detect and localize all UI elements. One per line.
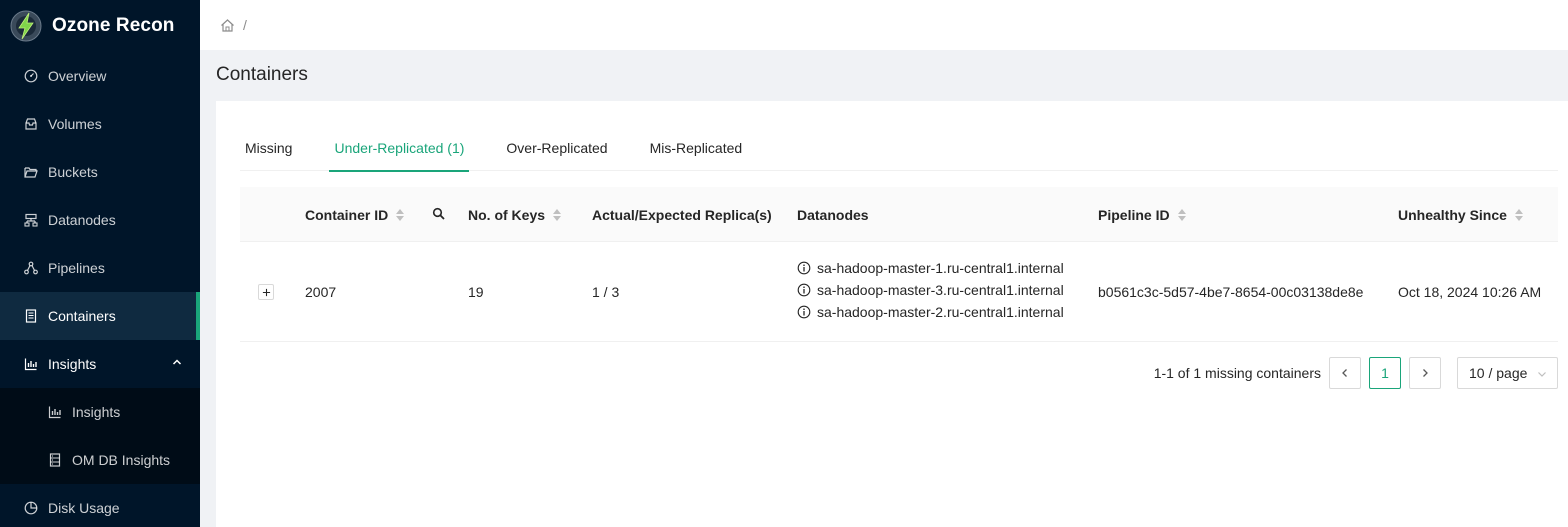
sidebar-item-volumes[interactable]: Volumes bbox=[0, 100, 200, 148]
folder-open-icon bbox=[24, 165, 38, 179]
table-row: 2007 19 1 / 3 sa-hadoop-master-1.ru-cent… bbox=[240, 242, 1558, 342]
bar-chart-icon bbox=[24, 357, 38, 371]
column-header-pipeline-id[interactable]: Pipeline ID bbox=[1098, 187, 1186, 242]
datanode-item: sa-hadoop-master-3.ru-central1.internal bbox=[797, 279, 1064, 301]
dashboard-icon bbox=[24, 69, 38, 83]
sidebar-item-label: OM DB Insights bbox=[72, 452, 171, 468]
container-icon bbox=[24, 309, 38, 323]
column-label: Actual/Expected Replica(s) bbox=[592, 206, 772, 223]
bar-chart-icon bbox=[48, 405, 62, 419]
chevron-right-icon bbox=[1423, 369, 1428, 377]
cell-unhealthy-since: Oct 18, 2024 10:26 AM bbox=[1398, 284, 1542, 300]
sort-icon bbox=[1177, 208, 1186, 222]
datanode-hostname: sa-hadoop-master-1.ru-central1.internal bbox=[817, 260, 1064, 276]
chevron-left-icon bbox=[1342, 369, 1347, 377]
sort-icon bbox=[553, 208, 562, 222]
breadcrumb: / bbox=[200, 0, 1568, 50]
cell-num-keys: 19 bbox=[468, 284, 484, 300]
column-label: Datanodes bbox=[797, 206, 869, 223]
sidebar-item-pipelines[interactable]: Pipelines bbox=[0, 244, 200, 292]
pagination: 1-1 of 1 missing containers 1 10 / page bbox=[1154, 357, 1558, 389]
sidebar-item-containers[interactable]: Containers bbox=[0, 292, 200, 340]
pie-chart-icon bbox=[24, 501, 38, 515]
info-circle-icon[interactable] bbox=[797, 261, 811, 275]
page-size-value: 10 / page bbox=[1469, 365, 1528, 381]
sidebar-item-disk-usage[interactable]: Disk Usage bbox=[0, 484, 200, 527]
pagination-total: 1-1 of 1 missing containers bbox=[1153, 365, 1321, 381]
plus-icon bbox=[262, 288, 270, 296]
pagination-page-button[interactable]: 1 bbox=[1369, 357, 1401, 389]
column-label: No. of Keys bbox=[468, 206, 546, 223]
app-logo[interactable]: Ozone Recon bbox=[0, 0, 200, 52]
sidebar-item-label: Buckets bbox=[48, 164, 98, 180]
pagination-next-button[interactable] bbox=[1409, 357, 1441, 389]
cluster-icon bbox=[24, 213, 38, 227]
ozone-logo-icon bbox=[10, 10, 42, 42]
column-label: Unhealthy Since bbox=[1398, 206, 1507, 223]
sidebar-item-label: Insights bbox=[72, 404, 121, 420]
expand-row-button[interactable] bbox=[258, 284, 274, 300]
tab-over-replicated[interactable]: Over-Replicated bbox=[501, 125, 612, 171]
column-label: Container ID bbox=[305, 206, 389, 223]
column-header-unhealthy-since[interactable]: Unhealthy Since bbox=[1398, 187, 1523, 242]
sidebar-item-label: Overview bbox=[48, 68, 107, 84]
breadcrumb-separator: / bbox=[243, 17, 247, 33]
cell-pipeline-id: b0561c3c-5d57-4be7-8654-00c03138de8e bbox=[1098, 284, 1364, 300]
tab-missing[interactable]: Missing bbox=[240, 125, 297, 171]
sidebar-item-label: Insights bbox=[48, 356, 97, 372]
datanode-item: sa-hadoop-master-2.ru-central1.internal bbox=[797, 301, 1064, 323]
sidebar-item-insights[interactable]: Insights bbox=[0, 340, 200, 388]
page-size-select[interactable]: 10 / page bbox=[1457, 357, 1558, 389]
content-card: Missing Under-Replicated (1) Over-Replic… bbox=[216, 101, 1568, 527]
datanode-hostname: sa-hadoop-master-2.ru-central1.internal bbox=[817, 304, 1064, 320]
sidebar-item-label: Containers bbox=[48, 308, 116, 324]
sidebar-subitem-insights[interactable]: Insights bbox=[0, 388, 200, 436]
sidebar-item-buckets[interactable]: Buckets bbox=[0, 148, 200, 196]
pagination-prev-button[interactable] bbox=[1329, 357, 1361, 389]
sidebar-item-label: Disk Usage bbox=[48, 500, 120, 516]
sidebar-item-datanodes[interactable]: Datanodes bbox=[0, 196, 200, 244]
containers-table: Container ID No. of Keys Actual/Expected… bbox=[240, 187, 1558, 342]
tab-mis-replicated[interactable]: Mis-Replicated bbox=[645, 125, 748, 171]
table-header: Container ID No. of Keys Actual/Expected… bbox=[240, 187, 1558, 242]
page-title: Containers bbox=[216, 64, 308, 85]
sidebar-item-label: Datanodes bbox=[48, 212, 116, 228]
column-header-datanodes: Datanodes bbox=[797, 187, 869, 242]
column-label: Pipeline ID bbox=[1098, 206, 1170, 223]
cell-container-id: 2007 bbox=[305, 284, 337, 300]
cell-datanodes: sa-hadoop-master-1.ru-central1.internal … bbox=[797, 257, 1064, 323]
sidebar-item-label: Pipelines bbox=[48, 260, 105, 276]
sidebar-item-overview[interactable]: Overview bbox=[0, 52, 200, 100]
datanode-hostname: sa-hadoop-master-3.ru-central1.internal bbox=[817, 282, 1064, 298]
inbox-icon bbox=[24, 117, 38, 131]
insights-submenu: Insights OM DB Insights bbox=[0, 388, 200, 484]
sidebar: Ozone Recon Overview Volumes Buckets Dat… bbox=[0, 0, 200, 527]
column-header-container-id[interactable]: Container ID bbox=[305, 187, 405, 242]
tab-under-replicated[interactable]: Under-Replicated (1) bbox=[329, 125, 470, 172]
info-circle-icon[interactable] bbox=[797, 283, 811, 297]
column-header-num-keys[interactable]: No. of Keys bbox=[468, 187, 562, 242]
replication-tabs: Missing Under-Replicated (1) Over-Replic… bbox=[240, 125, 1558, 172]
search-icon[interactable] bbox=[432, 207, 446, 221]
column-header-replicas: Actual/Expected Replica(s) bbox=[592, 187, 772, 242]
sidebar-item-label: Volumes bbox=[48, 116, 102, 132]
datanode-item: sa-hadoop-master-1.ru-central1.internal bbox=[797, 257, 1064, 279]
database-icon bbox=[48, 453, 62, 467]
deployment-unit-icon bbox=[24, 261, 38, 275]
home-icon[interactable] bbox=[220, 18, 235, 33]
chevron-up-icon bbox=[172, 359, 182, 365]
sort-icon bbox=[1514, 208, 1523, 222]
info-circle-icon[interactable] bbox=[797, 305, 811, 319]
cell-replicas: 1 / 3 bbox=[592, 284, 620, 300]
sidebar-subitem-om-db-insights[interactable]: OM DB Insights bbox=[0, 436, 200, 484]
app-title: Ozone Recon bbox=[52, 15, 175, 36]
sort-icon bbox=[396, 208, 405, 222]
chevron-down-icon bbox=[1538, 372, 1546, 377]
